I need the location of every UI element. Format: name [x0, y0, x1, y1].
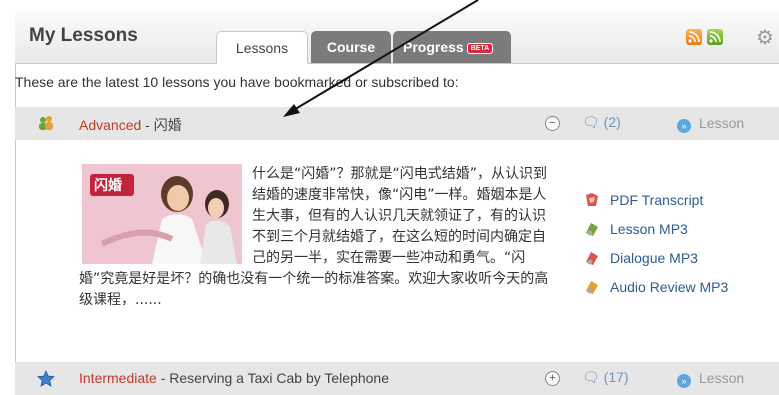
annotation-arrow-icon — [283, 0, 479, 117]
